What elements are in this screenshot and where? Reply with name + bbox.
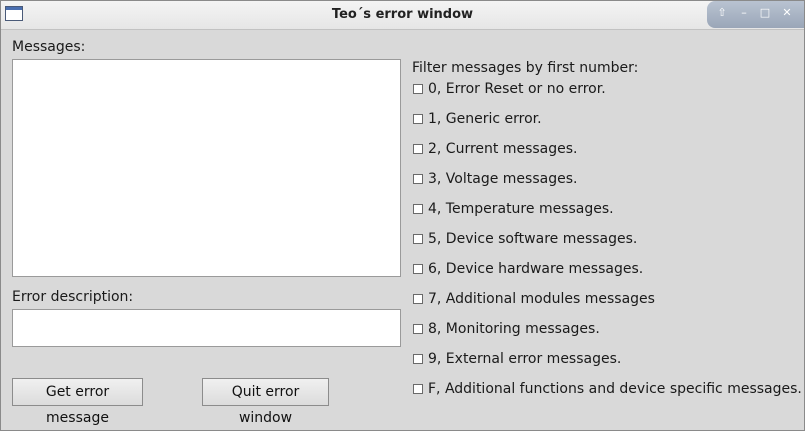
messages-textarea[interactable] (12, 59, 401, 277)
filter-checkbox[interactable] (413, 354, 423, 364)
filter-checkbox[interactable] (413, 294, 423, 304)
error-description-field[interactable] (12, 309, 401, 347)
error-description-label: Error description: (12, 289, 134, 305)
filter-option-label: 8, Monitoring messages. (428, 321, 600, 337)
filter-checkbox[interactable] (413, 144, 423, 154)
minimize-icon[interactable]: – (737, 6, 751, 20)
filter-checkbox[interactable] (413, 324, 423, 334)
filter-option-label: 2, Current messages. (428, 141, 578, 157)
filter-option-label: 5, Device software messages. (428, 231, 638, 247)
shade-icon[interactable]: ⇧ (715, 6, 729, 20)
filter-checkbox[interactable] (413, 234, 423, 244)
filter-label: Filter messages by first number: (412, 60, 639, 76)
filter-option-label: F, Additional functions and device speci… (428, 381, 802, 397)
filter-checkbox[interactable] (413, 174, 423, 184)
filter-checkbox[interactable] (413, 84, 423, 94)
filter-option-label: 4, Temperature messages. (428, 201, 614, 217)
window-controls: ⇧ – □ ✕ (707, 1, 804, 28)
error-window: Teo´s error window ⇧ – □ ✕ Messages: Err… (0, 0, 805, 431)
filter-option-label: 0, Error Reset or no error. (428, 81, 606, 97)
filter-checkbox[interactable] (413, 264, 423, 274)
title-bar[interactable]: Teo´s error window ⇧ – □ ✕ (1, 1, 804, 30)
filter-checkbox[interactable] (413, 114, 423, 124)
window-title: Teo´s error window (331, 7, 474, 22)
filter-option-label: 7, Additional modules messages (428, 291, 655, 307)
filter-option-label: 3, Voltage messages. (428, 171, 578, 187)
maximize-icon[interactable]: □ (758, 6, 772, 20)
filter-option-label: 9, External error messages. (428, 351, 622, 367)
quit-error-window-button[interactable]: Quit error window (202, 378, 329, 426)
filter-checkbox[interactable] (413, 204, 423, 214)
filter-option-label: 1, Generic error. (428, 111, 542, 127)
messages-label: Messages: (12, 39, 86, 55)
close-icon[interactable]: ✕ (780, 6, 794, 20)
get-error-message-button[interactable]: Get error message (12, 378, 143, 426)
filter-option-label: 6, Device hardware messages. (428, 261, 644, 277)
filter-checkbox[interactable] (413, 384, 423, 394)
